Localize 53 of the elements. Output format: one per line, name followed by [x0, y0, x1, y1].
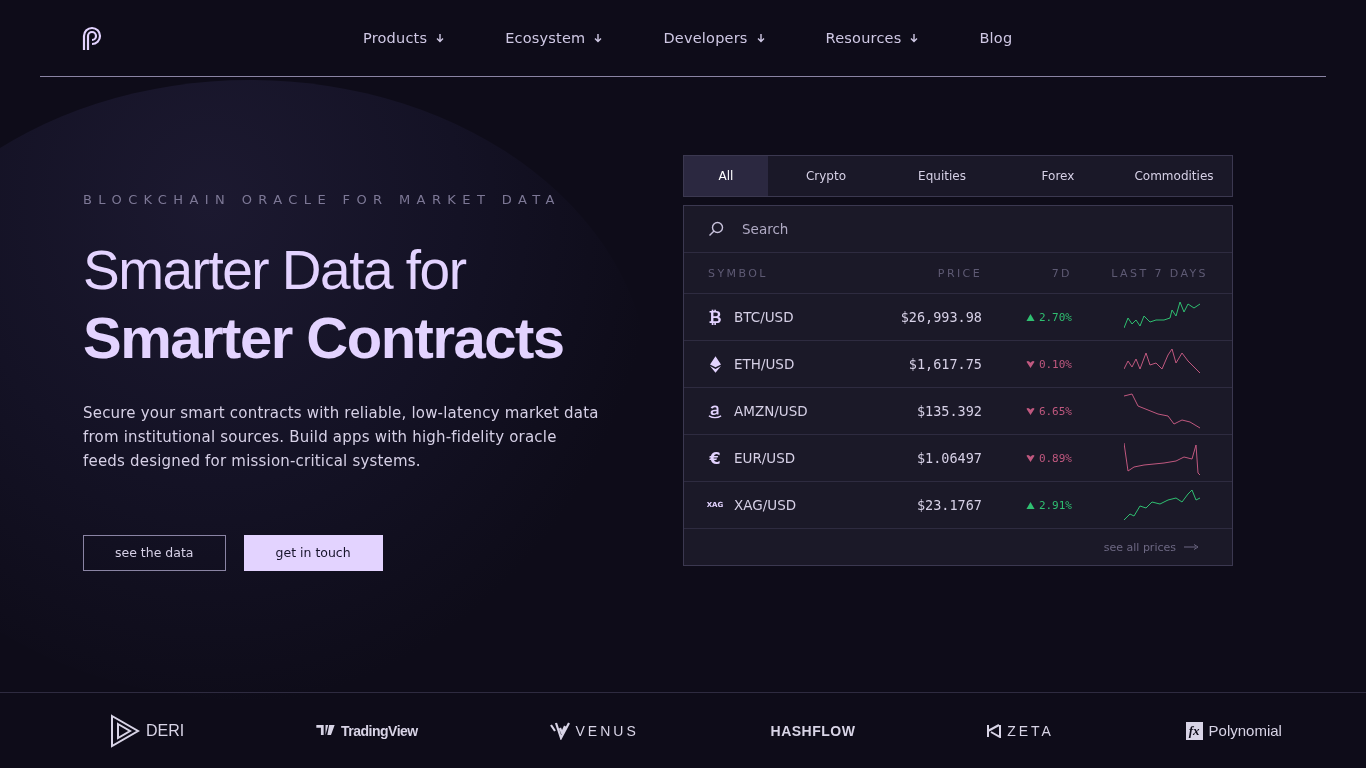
- logo-icon[interactable]: [80, 24, 104, 52]
- change-text: 6.65%: [1038, 404, 1072, 418]
- nav-link[interactable]: Products: [363, 30, 446, 46]
- price-text: $23.1767: [915, 497, 982, 513]
- price-text: $26,993.98: [899, 309, 982, 325]
- price-text: $1.06497: [915, 450, 982, 466]
- nav-link[interactable]: Resources: [825, 30, 920, 46]
- column-header: PRICE: [936, 266, 982, 280]
- v-logo-icon: [549, 721, 570, 740]
- letter-a-icon: [708, 402, 722, 420]
- change-text: 2.91%: [1038, 498, 1072, 512]
- symbol-text: EUR/USD: [734, 450, 796, 466]
- filter-tab[interactable]: Crypto: [768, 156, 884, 196]
- data-button[interactable]: see the data: [83, 534, 226, 571]
- column-header: SYMBOL: [708, 266, 769, 280]
- change-text: 0.10%: [1038, 357, 1072, 371]
- symbol-text: ETH/USD: [734, 356, 795, 372]
- partner-logo: VENUS: [575, 722, 639, 739]
- column-header: 7D: [1050, 266, 1072, 280]
- change-text: 0.89%: [1038, 451, 1072, 465]
- currency-icon: €: [709, 448, 721, 468]
- nav-link[interactable]: Developers: [663, 30, 766, 46]
- column-header: LAST 7 DAYS: [1110, 266, 1208, 280]
- nav-link[interactable]: Ecosystem: [505, 30, 604, 46]
- contact-button[interactable]: get in touch: [243, 534, 383, 571]
- logo-badge: fx: [1185, 721, 1203, 740]
- search-field[interactable]: Search: [740, 220, 1208, 238]
- partner-logo: TradingView: [341, 722, 418, 739]
- arrow-right-icon: [1184, 544, 1200, 550]
- search-icon: [708, 221, 724, 237]
- change-text: 2.70%: [1038, 310, 1072, 324]
- tv-logo-icon: [316, 725, 335, 736]
- currency-icon: ₿: [708, 307, 722, 327]
- filter-tab[interactable]: All: [684, 156, 768, 196]
- partner-logo: DERI: [146, 721, 185, 740]
- diamond-icon: [709, 355, 721, 373]
- partner-logo: ZETA: [1007, 722, 1054, 739]
- headline: Smarter Contracts: [83, 304, 565, 372]
- price-text: $1,617.75: [907, 356, 982, 372]
- partner-logo: HASHFLOW: [770, 722, 856, 739]
- nav-link[interactable]: Blog: [979, 30, 1013, 46]
- triangle-logo-icon: [110, 713, 140, 748]
- description: Secure your smart contracts with reliable, low-latency market data from institutional sources. Build apps with high-fidelity oracle feeds designed for mission-critical systems.: [83, 402, 600, 472]
- price-text: $135.392: [915, 403, 982, 419]
- symbol-text: BTC/USD: [734, 309, 794, 325]
- tagline: BLOCKCHAIN ORACLE FOR MARKET DATA: [83, 192, 562, 207]
- filter-tab[interactable]: Equities: [884, 156, 1000, 196]
- headline: Smarter Data for: [83, 238, 468, 303]
- filter-tab[interactable]: Forex: [1000, 156, 1116, 196]
- filter-tab[interactable]: Commodities: [1116, 156, 1232, 196]
- symbol-text: XAG/USD: [734, 497, 797, 513]
- partner-logo: Polynomial: [1208, 722, 1282, 739]
- symbol-text: AMZN/USD: [734, 403, 808, 419]
